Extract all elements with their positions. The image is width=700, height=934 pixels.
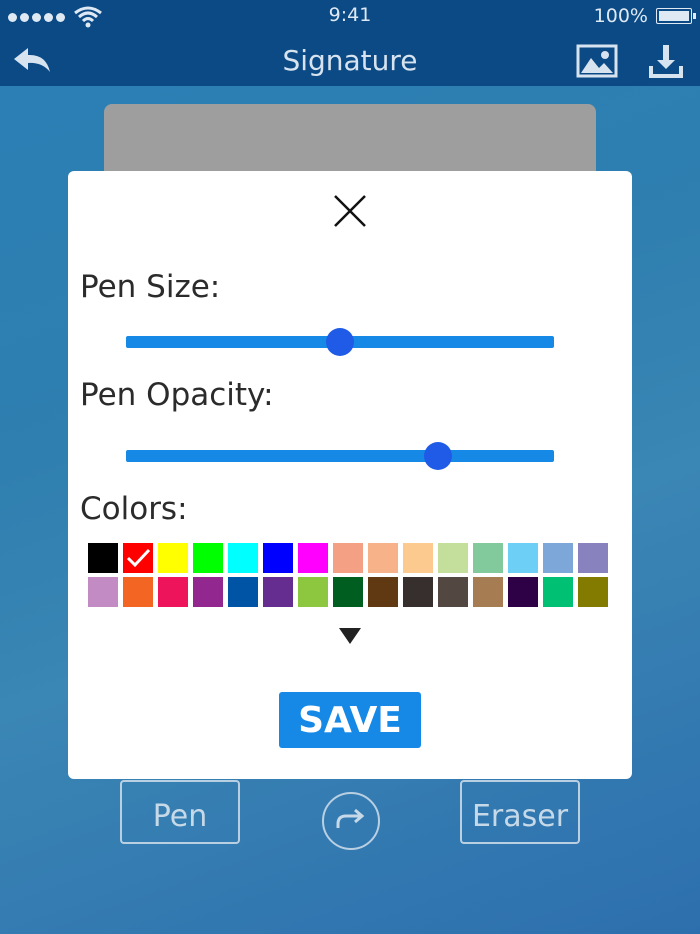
color-swatch[interactable] <box>333 577 363 607</box>
color-swatch[interactable] <box>508 577 538 607</box>
color-swatch[interactable] <box>123 543 153 573</box>
color-swatch[interactable] <box>88 577 118 607</box>
close-icon[interactable] <box>332 193 368 229</box>
battery-percent: 100% <box>593 5 648 27</box>
battery-indicator: 100% <box>593 5 696 27</box>
color-swatch[interactable] <box>403 543 433 573</box>
color-swatch[interactable] <box>228 577 258 607</box>
color-swatch[interactable] <box>158 543 188 573</box>
color-swatch[interactable] <box>368 577 398 607</box>
pen-opacity-label: Pen Opacity: <box>80 377 274 413</box>
save-button[interactable]: SAVE <box>279 692 421 748</box>
triangle-down-icon[interactable] <box>338 627 362 645</box>
color-swatch[interactable] <box>543 543 573 573</box>
color-swatch[interactable] <box>473 543 503 573</box>
color-swatch[interactable] <box>228 543 258 573</box>
battery-icon <box>656 8 696 24</box>
color-swatch[interactable] <box>193 543 223 573</box>
color-swatch[interactable] <box>438 543 468 573</box>
pen-size-slider[interactable] <box>126 328 554 356</box>
color-swatch[interactable] <box>578 577 608 607</box>
eraser-button[interactable]: Eraser <box>460 780 580 844</box>
pen-opacity-slider-thumb[interactable] <box>424 442 453 470</box>
status-bar: 9:41 100% <box>0 0 700 34</box>
nav-bar: Signature <box>0 34 700 86</box>
image-icon[interactable] <box>576 44 618 78</box>
pen-button[interactable]: Pen <box>120 780 240 844</box>
color-swatch[interactable] <box>123 577 153 607</box>
color-swatch[interactable] <box>368 543 398 573</box>
color-swatch[interactable] <box>473 577 503 607</box>
color-swatch[interactable] <box>438 577 468 607</box>
color-swatch[interactable] <box>543 577 573 607</box>
color-swatch[interactable] <box>403 577 433 607</box>
colors-label: Colors: <box>80 491 188 527</box>
pen-size-label: Pen Size: <box>80 269 221 305</box>
color-swatch[interactable] <box>263 577 293 607</box>
color-swatch[interactable] <box>158 577 188 607</box>
color-swatch[interactable] <box>88 543 118 573</box>
color-swatch[interactable] <box>298 577 328 607</box>
color-swatch[interactable] <box>193 577 223 607</box>
color-swatch[interactable] <box>578 543 608 573</box>
redo-button[interactable] <box>322 792 380 850</box>
color-swatch[interactable] <box>333 543 363 573</box>
download-icon[interactable] <box>648 42 684 80</box>
color-swatch[interactable] <box>298 543 328 573</box>
redo-icon <box>336 808 365 828</box>
pen-settings-dialog: Pen Size: Pen Opacity: Colors: SAVE <box>68 171 632 779</box>
color-swatch[interactable] <box>263 543 293 573</box>
color-swatch[interactable] <box>508 543 538 573</box>
pen-size-slider-thumb[interactable] <box>326 328 354 356</box>
checkmark-icon <box>126 548 151 568</box>
pen-opacity-slider[interactable] <box>126 442 554 470</box>
